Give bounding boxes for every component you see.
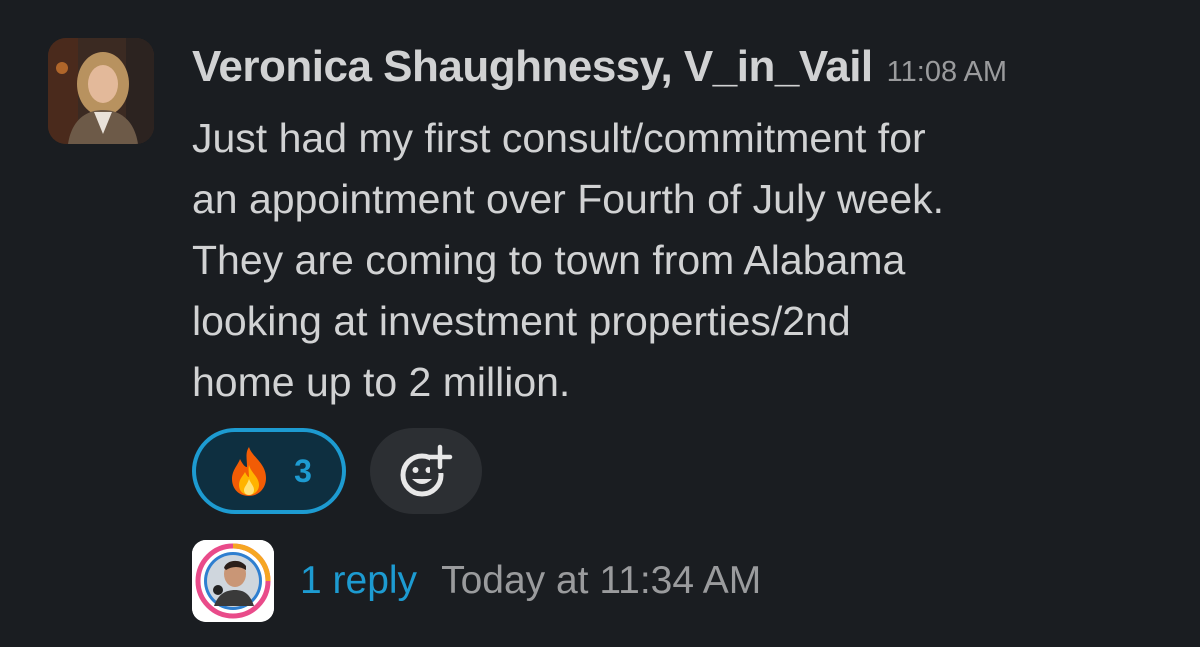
last-reply-time: Today at 11:34 AM <box>441 559 762 602</box>
message-header: Veronica Shaughnessy, V_in_Vail 11:08 AM <box>192 42 1007 92</box>
replier-avatar[interactable] <box>192 540 274 622</box>
message-timestamp[interactable]: 11:08 AM <box>887 56 1007 89</box>
user-photo-avatar-icon <box>48 38 154 144</box>
author-name[interactable]: Veronica Shaughnessy, V_in_Vail <box>192 42 873 92</box>
message-body-line: looking at investment properties/2nd <box>192 298 851 344</box>
message-container: Veronica Shaughnessy, V_in_Vail 11:08 AM… <box>0 0 1200 647</box>
message-body: Just had my first consult/commitment for… <box>192 108 1152 413</box>
reaction-count: 3 <box>294 452 312 489</box>
fire-emoji-icon <box>232 447 267 496</box>
author-avatar[interactable] <box>48 38 154 144</box>
add-reaction-button[interactable] <box>370 428 482 514</box>
replier-photo-avatar-icon <box>192 540 274 622</box>
thread-summary[interactable]: 1 reply Today at 11:34 AM <box>192 540 761 622</box>
message-body-line: an appointment over Fourth of July week. <box>192 176 945 222</box>
message-body-line: They are coming to town from Alabama <box>192 237 906 283</box>
reaction-fire-button[interactable]: 3 <box>192 428 346 514</box>
reply-count-link[interactable]: 1 reply <box>300 559 417 603</box>
message-body-line: Just had my first consult/commitment for <box>192 115 926 161</box>
add-reaction-icon <box>400 444 453 497</box>
reactions-bar: 3 <box>192 428 482 514</box>
message-body-line: home up to 2 million. <box>192 359 571 405</box>
